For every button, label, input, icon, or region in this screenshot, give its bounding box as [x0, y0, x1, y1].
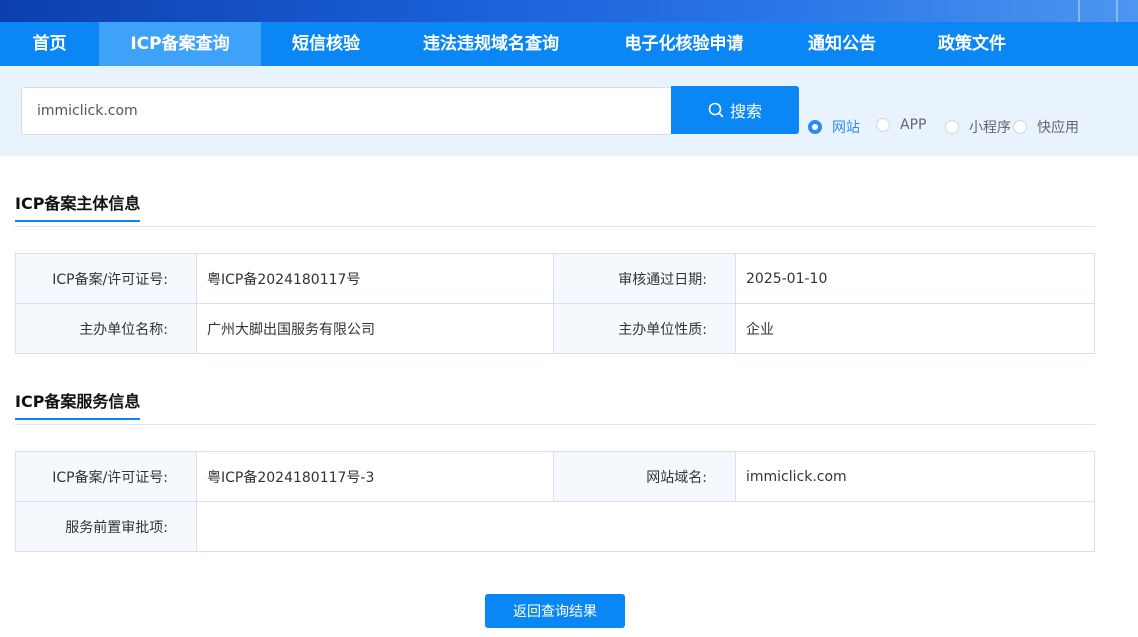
nav-item-e-verify[interactable]: 电子化核验申请 [591, 22, 777, 66]
search-icon [708, 102, 724, 118]
radio-dot [808, 120, 822, 134]
service-section-title: ICP备案服务信息 [15, 388, 141, 420]
nav-item-home[interactable]: 首页 [0, 22, 99, 66]
service-info-table: ICP备案/许可证号: 粤ICP备2024180117号-3 网站域名: imm… [15, 451, 1095, 552]
main-nav: 首页 ICP备案查询 短信核验 违法违规域名查询 电子化核验申请 通知公告 政策… [0, 22, 1138, 66]
cell-value: 粤ICP备2024180117号 [196, 253, 554, 304]
table-row: 服务前置审批项: [15, 501, 1095, 552]
radio-quick-app[interactable]: 快应用 [1013, 117, 1079, 137]
nav-item-illegal-domain[interactable]: 违法违规域名查询 [391, 22, 591, 66]
cell-value: 2025-01-10 [735, 253, 1095, 304]
subject-info-table: ICP备案/许可证号: 粤ICP备2024180117号 审核通过日期: 202… [15, 253, 1095, 354]
cell-label: 主办单位性质: [553, 303, 736, 354]
cell-label: 审核通过日期: [553, 253, 736, 304]
cell-value: immiclick.com [735, 451, 1095, 502]
radio-label: 快应用 [1037, 120, 1079, 136]
subject-section-title: ICP备案主体信息 [15, 190, 141, 222]
radio-mini-program[interactable]: 小程序 [945, 117, 1011, 137]
cell-value: 企业 [735, 303, 1095, 354]
back-to-results-button[interactable]: 返回查询结果 [485, 594, 625, 628]
cell-value: 粤ICP备2024180117号-3 [196, 451, 554, 502]
search-button-label: 搜索 [729, 102, 762, 121]
radio-app[interactable]: APP [876, 117, 926, 133]
cell-label: 网站域名: [553, 451, 736, 502]
nav-item-policy[interactable]: 政策文件 [907, 22, 1037, 66]
cell-label: ICP备案/许可证号: [15, 253, 197, 304]
section-divider [15, 424, 1095, 425]
radio-label: 小程序 [969, 120, 1011, 136]
radio-label: 网站 [832, 120, 860, 136]
search-button[interactable]: 搜索 [671, 86, 799, 134]
table-row: ICP备案/许可证号: 粤ICP备2024180117号 审核通过日期: 202… [15, 253, 1095, 304]
radio-dot [876, 118, 890, 132]
top-banner [0, 0, 1138, 22]
table-row: ICP备案/许可证号: 粤ICP备2024180117号-3 网站域名: imm… [15, 451, 1095, 502]
cell-value: 广州大脚出国服务有限公司 [196, 303, 554, 354]
section-divider [15, 226, 1095, 227]
table-row: 主办单位名称: 广州大脚出国服务有限公司 主办单位性质: 企业 [15, 303, 1095, 354]
cell-label: 主办单位名称: [15, 303, 197, 354]
nav-item-icp-query[interactable]: ICP备案查询 [99, 22, 261, 66]
radio-dot [1013, 120, 1027, 134]
banner-decoration [1078, 0, 1118, 22]
nav-item-sms-verify[interactable]: 短信核验 [261, 22, 391, 66]
radio-website[interactable]: 网站 [808, 117, 860, 137]
radio-label: APP [900, 117, 927, 133]
nav-item-notices[interactable]: 通知公告 [777, 22, 907, 66]
cell-value [196, 501, 1095, 552]
radio-dot [945, 120, 959, 134]
search-area: 搜索 网站 APP 小程序 快应用 [0, 66, 1138, 156]
cell-label: ICP备案/许可证号: [15, 451, 197, 502]
search-input[interactable] [21, 87, 671, 135]
cell-label: 服务前置审批项: [15, 501, 197, 552]
